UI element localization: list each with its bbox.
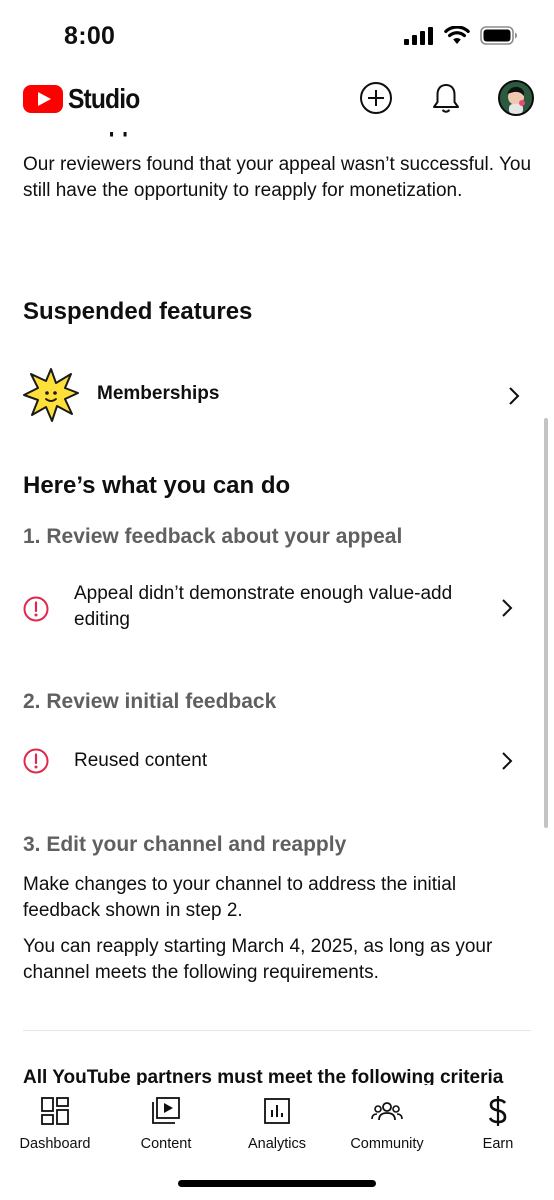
- main-content[interactable]: What happened? Our reviewers found that …: [0, 0, 554, 1085]
- community-icon: [371, 1102, 403, 1121]
- section-divider: [23, 1030, 531, 1031]
- memberships-label: Memberships: [97, 383, 220, 404]
- memberships-star-icon: [23, 368, 79, 422]
- nav-label: Community: [350, 1136, 424, 1152]
- dashboard-icon: [41, 1097, 69, 1125]
- nav-label: Content: [140, 1136, 192, 1152]
- suspended-features-title: Suspended features: [23, 298, 253, 325]
- nav-label: Earn: [482, 1136, 514, 1152]
- nav-analytics[interactable]: Analytics: [222, 1095, 332, 1152]
- nav-label: Dashboard: [19, 1136, 91, 1152]
- alert-circle-icon: [23, 748, 49, 774]
- earn-icon: [488, 1096, 507, 1126]
- account-avatar[interactable]: [498, 80, 534, 116]
- logo-text: Studio: [68, 83, 140, 114]
- plus-circle-icon: [360, 82, 392, 114]
- bell-icon: [433, 84, 459, 113]
- step3-body-1: Make changes to your channel to address …: [23, 874, 457, 921]
- notifications-button[interactable]: [428, 80, 464, 116]
- step2-title: 2. Review initial feedback: [23, 690, 277, 713]
- studio-logo[interactable]: Studio: [23, 83, 149, 115]
- nav-content[interactable]: Content: [111, 1095, 221, 1152]
- reused-content-label: Reused content: [74, 750, 208, 771]
- header-actions: [358, 80, 534, 116]
- chevron-right-icon: [502, 752, 513, 770]
- nav-dashboard[interactable]: Dashboard: [0, 1095, 110, 1152]
- what-happened-body: Our reviewers found that your appeal was…: [23, 154, 532, 201]
- step1-title: 1. Review feedback about your appeal: [23, 525, 403, 548]
- step3-title: 3. Edit your channel and reapply: [23, 833, 347, 856]
- step3-body-2: You can reapply starting March 4, 2025, …: [23, 936, 493, 983]
- nav-label: Analytics: [247, 1136, 307, 1152]
- app-header: Studio: [0, 70, 554, 132]
- analytics-icon: [264, 1098, 290, 1124]
- chevron-right-icon: [502, 599, 513, 617]
- appeal-feedback-item[interactable]: Appeal didn’t demonstrate enough value-a…: [0, 580, 554, 636]
- reused-content-item[interactable]: Reused content: [0, 744, 554, 778]
- alert-circle-icon: [23, 596, 49, 622]
- avatar-image-icon: [500, 82, 532, 114]
- chevron-right-icon: [509, 387, 520, 405]
- nav-earn[interactable]: Earn: [443, 1095, 553, 1152]
- create-button[interactable]: [358, 80, 394, 116]
- home-indicator[interactable]: [178, 1180, 376, 1187]
- youtube-play-icon: [23, 85, 63, 113]
- scrollbar[interactable]: [544, 418, 548, 828]
- suspended-feature-memberships[interactable]: Memberships: [0, 366, 554, 424]
- appeal-feedback-label: Appeal didn’t demonstrate enough value-a…: [74, 583, 453, 630]
- nav-community[interactable]: Community: [332, 1095, 442, 1152]
- what-you-can-do-title: Here’s what you can do: [23, 472, 291, 499]
- content-icon: [152, 1097, 180, 1124]
- criteria-heading: All YouTube partners must meet the follo…: [23, 1067, 504, 1085]
